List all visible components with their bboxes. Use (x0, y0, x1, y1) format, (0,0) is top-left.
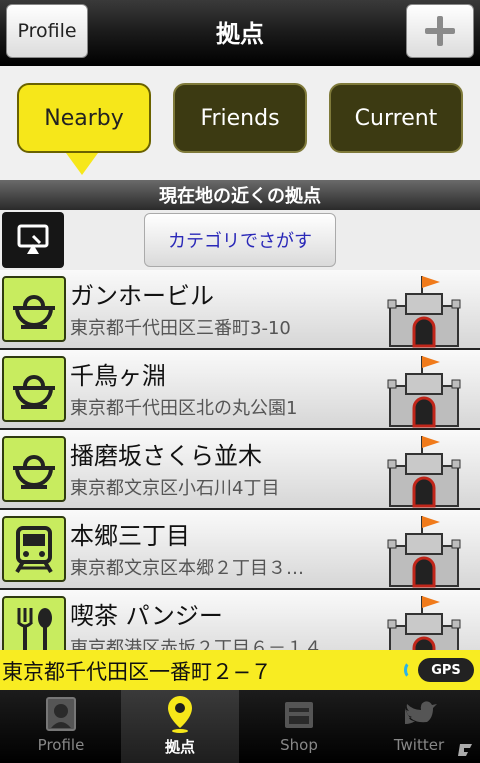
tab-nearby[interactable]: Nearby (17, 83, 151, 153)
current-address: 東京都千代田区一番町２−７ (2, 660, 272, 684)
shop-icon (285, 702, 313, 728)
item-name: ガンホービル (70, 282, 214, 310)
list-item[interactable]: 喫茶 パンジー 東京都港区赤坂２丁目６－１４ (0, 590, 480, 650)
bowl-icon (2, 276, 66, 342)
base-list: ガンホービル 東京都千代田区三番町3-10 千鳥ヶ淵 東京都千代田区北の丸公園1 (0, 270, 480, 650)
item-address: 東京都千代田区三番町3-10 (70, 318, 291, 339)
page-title: 拠点 (216, 20, 264, 48)
castle-icon (387, 276, 461, 348)
bowl-icon (2, 436, 66, 502)
item-name: 千鳥ヶ淵 (70, 362, 166, 390)
display-icon (17, 224, 49, 254)
castle-icon (387, 516, 461, 588)
item-name: 本郷三丁目 (70, 522, 190, 550)
list-toolbar: カテゴリでさがす (0, 210, 480, 270)
nav-label: 拠点 (164, 738, 195, 756)
header-bar: Profile 拠点 (0, 0, 480, 66)
item-address: 東京都文京区本郷２丁目３… (70, 558, 304, 579)
map-pin-icon (168, 696, 192, 733)
bird-icon (405, 701, 437, 724)
castle-icon (387, 596, 461, 650)
item-name: 播磨坂さくら並木 (70, 442, 262, 470)
list-item[interactable]: 千鳥ヶ淵 東京都千代田区北の丸公園1 (0, 350, 480, 430)
nav-label: Twitter (393, 736, 445, 754)
fork-spoon-icon (2, 596, 66, 650)
filter-tabs: Nearby Friends Current (0, 66, 480, 180)
bowl-icon (2, 356, 66, 422)
profile-card-icon (46, 697, 76, 731)
tab-friends[interactable]: Friends (173, 83, 307, 153)
castle-icon (387, 356, 461, 428)
category-search-button[interactable]: カテゴリでさがす (144, 213, 336, 267)
item-address: 東京都文京区小石川4丁目 (70, 478, 280, 499)
item-address: 東京都港区赤坂２丁目６－１４ (70, 638, 322, 650)
train-icon (2, 516, 66, 582)
bottom-navigation: Profile 拠点 Shop Twitter (0, 690, 480, 763)
add-button[interactable] (406, 4, 474, 58)
gps-label: GPS (418, 658, 474, 682)
tab-selection-pointer (66, 153, 98, 175)
gps-signal-icon (404, 661, 418, 679)
gps-indicator: GPS (404, 658, 474, 682)
nav-shop[interactable]: Shop (240, 690, 358, 763)
castle-icon (387, 436, 461, 508)
item-name: 喫茶 パンジー (70, 602, 223, 630)
list-item[interactable]: 本郷三丁目 東京都文京区本郷２丁目３… (0, 510, 480, 590)
item-address: 東京都千代田区北の丸公園1 (70, 398, 298, 419)
nav-label: Profile (37, 736, 85, 754)
plus-icon (423, 14, 457, 48)
display-toggle-button[interactable] (2, 212, 64, 268)
tab-current[interactable]: Current (329, 83, 463, 153)
section-title: 現在地の近くの拠点 (0, 180, 480, 210)
nav-base[interactable]: 拠点 (121, 690, 239, 763)
profile-button[interactable]: Profile (6, 4, 88, 58)
nav-profile[interactable]: Profile (2, 690, 120, 763)
current-location-bar: 東京都千代田区一番町２−７ GPS (0, 650, 480, 690)
list-item[interactable]: 播磨坂さくら並木 東京都文京区小石川4丁目 (0, 430, 480, 510)
nav-label: Shop (280, 736, 318, 754)
watermark-icon (458, 744, 472, 756)
list-item[interactable]: ガンホービル 東京都千代田区三番町3-10 (0, 270, 480, 350)
